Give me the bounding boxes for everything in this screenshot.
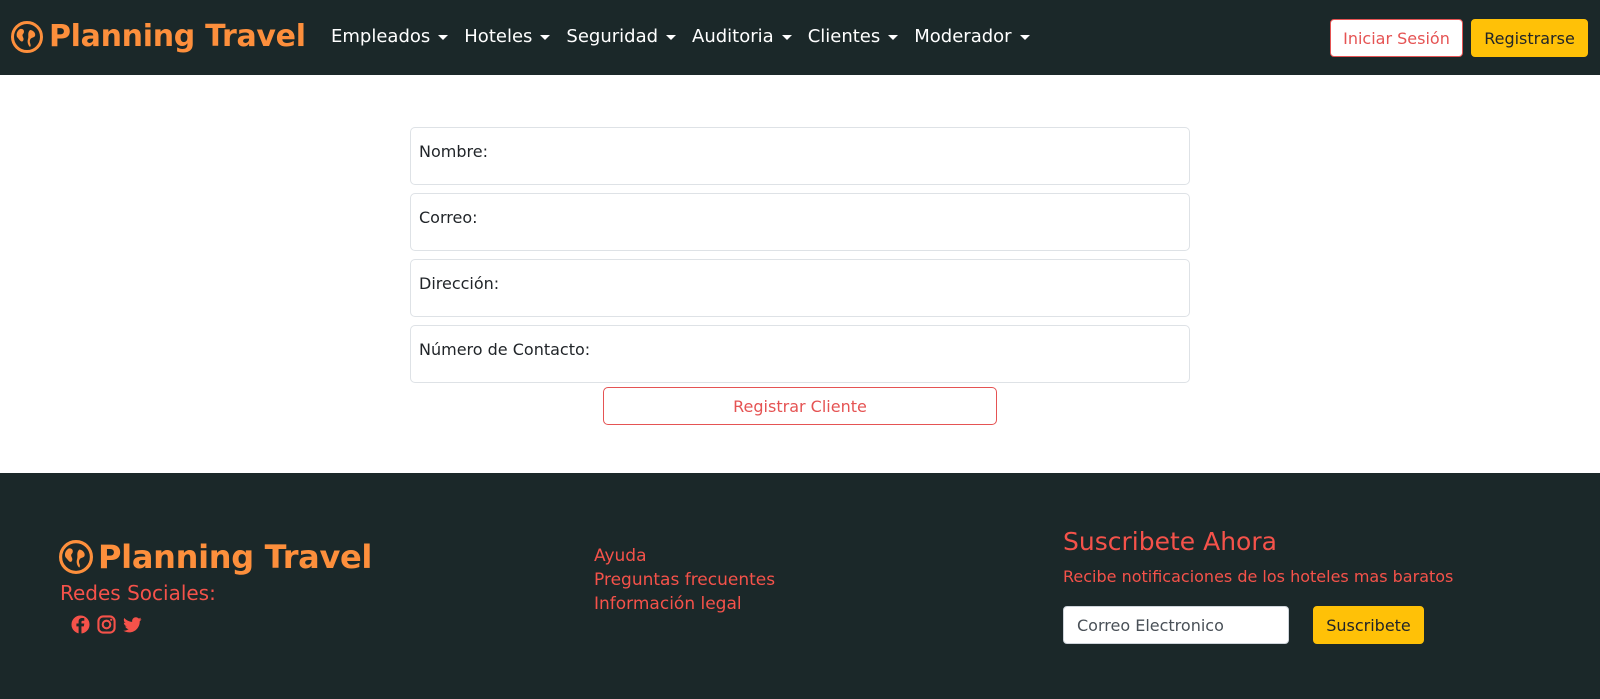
footer-brand-name: Planning Travel	[98, 538, 373, 576]
caret-down-icon	[888, 34, 899, 40]
top-navbar: Planning Travel Empleados Hoteles Seguri…	[0, 0, 1600, 75]
footer: Planning Travel Redes Sociales: Ayuda Pr…	[0, 473, 1600, 699]
facebook-icon[interactable]	[71, 615, 90, 634]
menu-label: Seguridad	[566, 26, 659, 47]
address-field[interactable]: Dirección:	[410, 259, 1190, 317]
menu-moderador[interactable]: Moderador	[914, 24, 1030, 50]
name-field[interactable]: Nombre:	[410, 127, 1190, 185]
menu-clientes[interactable]: Clientes	[808, 24, 899, 50]
contact-number-input[interactable]	[411, 326, 1189, 382]
contact-number-field[interactable]: Número de Contacto:	[410, 325, 1190, 383]
email-input[interactable]	[411, 194, 1189, 250]
faq-link[interactable]: Preguntas frecuentes	[594, 568, 775, 592]
caret-down-icon	[781, 34, 792, 40]
main-menu: Empleados Hoteles Seguridad Auditoria Cl…	[331, 24, 1046, 50]
menu-auditoria[interactable]: Auditoria	[692, 24, 792, 50]
subscribe-button[interactable]: Suscribete	[1313, 606, 1424, 644]
menu-empleados[interactable]: Empleados	[331, 24, 449, 50]
address-input[interactable]	[411, 260, 1189, 316]
login-button[interactable]: Iniciar Sesión	[1330, 19, 1463, 57]
social-title: Redes Sociales:	[60, 581, 216, 605]
caret-down-icon	[540, 34, 551, 40]
subscribe-email-input[interactable]	[1063, 606, 1289, 644]
menu-seguridad[interactable]: Seguridad	[566, 24, 677, 50]
footer-brand[interactable]: Planning Travel	[59, 539, 372, 575]
menu-label: Hoteles	[464, 26, 533, 47]
menu-label: Clientes	[807, 26, 881, 47]
legal-info-link[interactable]: Información legal	[594, 592, 775, 616]
menu-hoteles[interactable]: Hoteles	[464, 24, 551, 50]
brand-name: Planning Travel	[49, 19, 306, 54]
caret-down-icon	[438, 34, 449, 40]
menu-label: Empleados	[331, 26, 431, 47]
subscribe-text: Recibe notificaciones de los hoteles mas…	[1063, 567, 1454, 586]
email-field[interactable]: Correo:	[410, 193, 1190, 251]
social-links	[71, 615, 149, 634]
brand-link[interactable]: Planning Travel	[11, 19, 306, 55]
menu-label: Moderador	[914, 26, 1012, 47]
caret-down-icon	[666, 34, 677, 40]
register-button[interactable]: Registrarse	[1471, 19, 1588, 57]
instagram-icon[interactable]	[97, 615, 116, 634]
globe-icon	[59, 540, 93, 574]
globe-icon	[11, 21, 43, 53]
help-link[interactable]: Ayuda	[594, 544, 775, 568]
caret-down-icon	[1019, 34, 1030, 40]
menu-label: Auditoria	[692, 26, 774, 47]
subscribe-title: Suscribete Ahora	[1063, 527, 1277, 556]
twitter-icon[interactable]	[123, 615, 142, 634]
register-client-button[interactable]: Registrar Cliente	[603, 387, 997, 425]
name-input[interactable]	[411, 128, 1189, 184]
footer-links: Ayuda Preguntas frecuentes Información l…	[594, 544, 775, 616]
